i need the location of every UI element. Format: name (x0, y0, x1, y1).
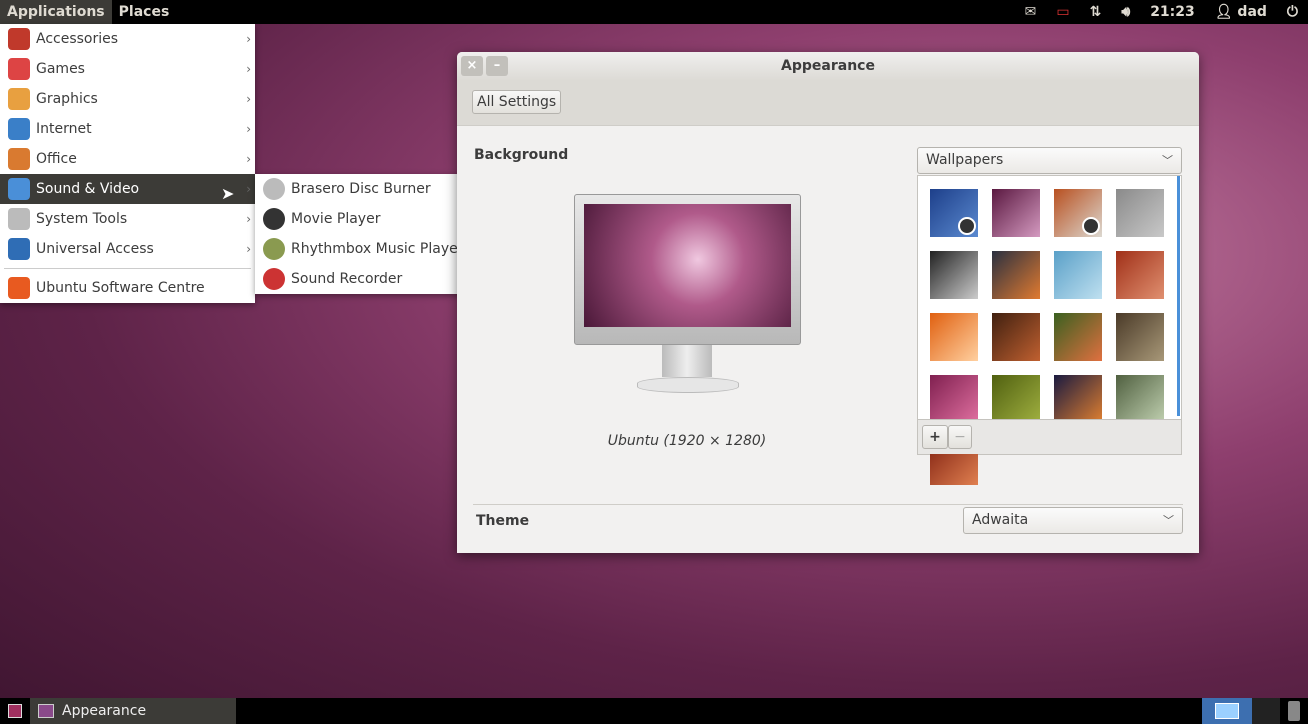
chevron-right-icon: › (246, 242, 251, 256)
trash-icon[interactable] (1288, 701, 1300, 721)
wallpaper-thumbnail[interactable] (1054, 251, 1102, 299)
divider (473, 504, 1183, 505)
chevron-down-icon: ﹀ (1162, 154, 1173, 167)
theme-label: Theme (476, 513, 530, 529)
wallpaper-thumbnail[interactable] (930, 313, 978, 361)
monitor-stand (662, 345, 712, 377)
remove-wallpaper-button[interactable]: − (948, 425, 972, 449)
wallpaper-thumbnail[interactable] (1116, 313, 1164, 361)
wallpaper-thumbnail[interactable] (930, 251, 978, 299)
applications-dropdown: Accessories › Games › Graphics › Internet › Offi… (0, 24, 255, 303)
toolbar: All Settings (457, 81, 1199, 126)
menu-item-system-tools[interactable]: System Tools › (0, 204, 255, 234)
user-menu[interactable]: 👤︎ dad (1205, 4, 1277, 20)
mail-icon[interactable]: ✉ (1015, 4, 1047, 20)
wallpaper-source-select[interactable]: Wallpapers ﹀ (917, 147, 1182, 174)
places-menu[interactable]: Places (112, 0, 177, 24)
battery-icon[interactable]: ▭ (1046, 4, 1079, 20)
theme-select[interactable]: Adwaita ﹀ (963, 507, 1183, 534)
office-icon (8, 148, 30, 170)
graphics-icon (8, 88, 30, 110)
chevron-right-icon: › (246, 62, 251, 76)
title-bar[interactable]: × – Appearance (457, 52, 1199, 81)
wallpaper-thumbnail[interactable] (992, 313, 1040, 361)
clapper-icon (263, 208, 285, 230)
chevron-right-icon: › (246, 182, 251, 196)
menu-item-graphics[interactable]: Graphics › (0, 84, 255, 114)
menu-separator (4, 268, 251, 269)
show-desktop-icon[interactable] (8, 704, 22, 718)
wallpaper-thumbnail[interactable] (1116, 189, 1164, 237)
clock[interactable]: 21:23 (1140, 4, 1205, 20)
menu-item-sound-video[interactable]: Sound & Video › (0, 174, 255, 204)
menu-item-office[interactable]: Office › (0, 144, 255, 174)
wallpaper-thumbnail[interactable] (1116, 375, 1164, 423)
monitor-base (637, 377, 739, 393)
menu-item-software-centre[interactable]: Ubuntu Software Centre (0, 273, 255, 303)
wallpaper-thumbnail[interactable] (1054, 189, 1102, 237)
wallpaper-thumbnail[interactable] (1054, 375, 1102, 423)
user-icon: 👤︎ (1214, 4, 1233, 20)
internet-icon (8, 118, 30, 140)
volume-icon[interactable]: 🔊︎ (1111, 4, 1140, 20)
wallpaper-thumbnail[interactable] (930, 189, 978, 237)
grid-toolbar: + − (918, 419, 1181, 454)
taskbar-item-appearance[interactable]: Appearance (30, 698, 236, 724)
menu-item-games[interactable]: Games › (0, 54, 255, 84)
background-label: Background (474, 147, 569, 163)
bottom-panel: Appearance (0, 698, 1308, 724)
chevron-right-icon: › (246, 92, 251, 106)
close-button[interactable]: × (461, 56, 483, 76)
workspace-switcher[interactable] (1202, 698, 1252, 724)
top-panel: Applications Places ✉ ▭ ⇅ 🔊︎ 21:23 👤︎ da… (0, 0, 1308, 24)
workspace-1 (1215, 703, 1239, 719)
system-tray: ✉ ▭ ⇅ 🔊︎ 21:23 👤︎ dad ⏻ (1015, 0, 1308, 24)
slideshow-clock-icon (958, 217, 976, 235)
wallpaper-preview (584, 204, 791, 327)
microphone-icon (263, 268, 285, 290)
wallpaper-thumbnail[interactable] (992, 375, 1040, 423)
slideshow-clock-icon (1082, 217, 1100, 235)
menu-item-accessories[interactable]: Accessories › (0, 24, 255, 54)
wallpaper-thumbnail[interactable] (930, 375, 978, 423)
system-tools-icon (8, 208, 30, 230)
wallpaper-thumbnail[interactable] (1116, 251, 1164, 299)
chevron-right-icon: › (246, 212, 251, 226)
wallpaper-grid: + − (917, 175, 1182, 485)
wallpaper-caption: Ubuntu (1920 × 1280) (607, 433, 767, 449)
add-wallpaper-button[interactable]: + (922, 425, 948, 449)
wallpaper-thumbnail[interactable] (1054, 313, 1102, 361)
appearance-icon (38, 704, 54, 718)
software-centre-icon (8, 277, 30, 299)
chevron-right-icon: › (246, 32, 251, 46)
all-settings-button[interactable]: All Settings (472, 90, 562, 114)
universal-access-icon (8, 238, 30, 260)
chevron-right-icon: › (246, 152, 251, 166)
menu-item-universal-access[interactable]: Universal Access › (0, 234, 255, 264)
accessories-icon (8, 28, 30, 50)
applications-menu[interactable]: Applications (0, 0, 112, 24)
chevron-down-icon: ﹀ (1163, 514, 1174, 527)
network-icon[interactable]: ⇅ (1080, 4, 1112, 20)
power-icon[interactable]: ⏻ (1277, 4, 1308, 20)
wallpaper-thumbnail[interactable] (992, 251, 1040, 299)
disc-icon (263, 178, 285, 200)
chevron-right-icon: › (246, 122, 251, 136)
wallpaper-thumbnail[interactable] (992, 189, 1040, 237)
monitor-preview (574, 194, 801, 345)
menu-item-internet[interactable]: Internet › (0, 114, 255, 144)
rhythmbox-icon (263, 238, 285, 260)
sound-video-icon (8, 178, 30, 200)
workspace-2[interactable] (1252, 698, 1280, 724)
games-icon (8, 58, 30, 80)
minimize-button[interactable]: – (486, 56, 508, 76)
scrollbar[interactable] (1177, 176, 1180, 416)
window-title: Appearance (781, 58, 875, 74)
